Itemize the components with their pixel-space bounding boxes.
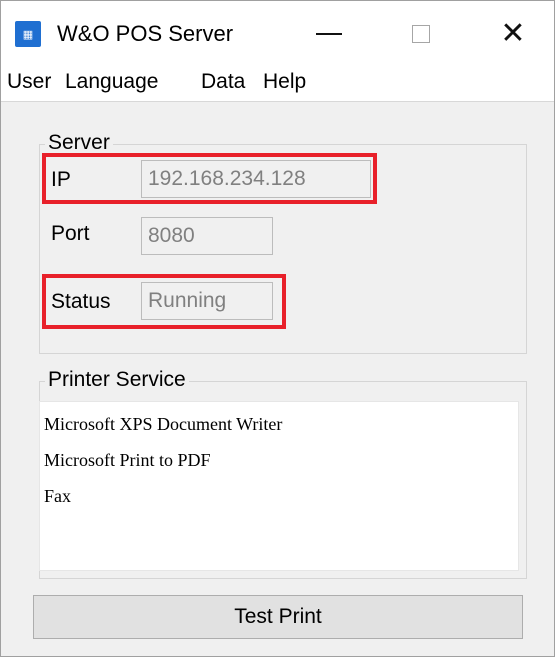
menu-language[interactable]: Language bbox=[63, 69, 160, 95]
menu-user[interactable]: User bbox=[5, 69, 53, 95]
list-item[interactable]: Microsoft XPS Document Writer bbox=[40, 406, 518, 442]
menu-data[interactable]: Data bbox=[199, 69, 247, 95]
port-label: Port bbox=[51, 222, 90, 245]
app-window: ▦ W&O POS Server ✕ User Language Data He… bbox=[0, 0, 555, 657]
maximize-icon bbox=[412, 25, 430, 43]
printer-service-group-title: Printer Service bbox=[45, 368, 189, 392]
printer-list[interactable]: Microsoft XPS Document Writer Microsoft … bbox=[39, 401, 519, 571]
minimize-icon bbox=[316, 33, 342, 35]
list-item[interactable]: Microsoft Print to PDF bbox=[40, 442, 518, 478]
app-icon: ▦ bbox=[15, 21, 41, 47]
maximize-button[interactable] bbox=[389, 11, 453, 57]
port-field[interactable]: 8080 bbox=[141, 217, 273, 255]
title-bar[interactable]: ▦ W&O POS Server ✕ bbox=[1, 1, 554, 63]
close-button[interactable]: ✕ bbox=[481, 11, 545, 57]
window-title: W&O POS Server bbox=[57, 21, 234, 46]
minimize-button[interactable] bbox=[297, 11, 361, 57]
ip-highlight-box bbox=[42, 153, 377, 204]
close-icon: ✕ bbox=[500, 16, 526, 51]
menu-bar: User Language Data Help bbox=[1, 63, 554, 102]
menu-help[interactable]: Help bbox=[261, 69, 308, 95]
server-group-title: Server bbox=[45, 131, 113, 155]
list-item[interactable]: Fax bbox=[40, 478, 518, 514]
test-print-button[interactable]: Test Print bbox=[33, 595, 523, 639]
status-highlight-box bbox=[42, 274, 286, 329]
